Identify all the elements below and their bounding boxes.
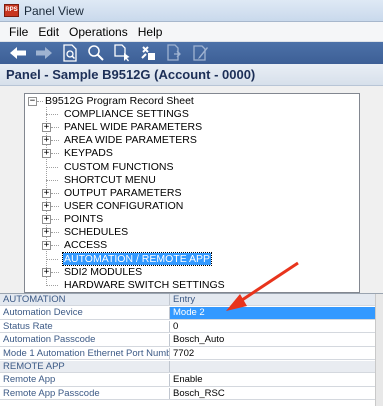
expand-icon[interactable]: + — [42, 202, 51, 211]
grid-scrollbar[interactable] — [375, 294, 383, 406]
property-name: Mode 1 Automation Ethernet Port Number — [0, 347, 170, 359]
expand-icon[interactable]: + — [42, 189, 51, 198]
property-name: Remote App Passcode — [0, 387, 170, 400]
expand-icon[interactable]: + — [42, 215, 51, 224]
tree-item-hardware-switch-settings[interactable]: HARDWARE SWITCH SETTINGS — [63, 279, 226, 291]
tree-item-keypads[interactable]: KEYPADS — [63, 147, 114, 159]
document-edit-icon[interactable] — [187, 43, 213, 63]
menu-file[interactable]: File — [4, 25, 33, 39]
table-row[interactable]: Automation Passcode Bosch_Auto — [0, 334, 375, 347]
table-row[interactable]: Mode 1 Automation Ethernet Port Number 7… — [0, 347, 375, 360]
status-rate-value[interactable]: 0 — [170, 321, 375, 332]
tree-item-panel-wide-parameters[interactable]: PANEL WIDE PARAMETERS — [63, 121, 203, 133]
property-grid: AUTOMATION Entry Automation Device Mode … — [0, 293, 383, 406]
remote-app-value[interactable]: Enable — [170, 374, 375, 385]
tree-item-area-wide-parameters[interactable]: AREA WIDE PARAMETERS — [63, 134, 198, 146]
property-name: Automation Device — [0, 307, 170, 319]
expand-icon[interactable]: + — [42, 228, 51, 237]
automation-passcode-value[interactable]: Bosch_Auto — [170, 334, 375, 345]
expand-icon[interactable]: + — [42, 241, 51, 250]
table-row[interactable]: Remote App Enable — [0, 374, 375, 387]
table-row[interactable]: Status Rate 0 — [0, 320, 375, 334]
grid-section-remote-app: REMOTE APP — [0, 361, 170, 373]
panel-header: Panel - Sample B9512G (Account - 0000) — [0, 64, 383, 86]
tree-item-custom-functions[interactable]: CUSTOM FUNCTIONS — [63, 161, 174, 173]
document-arrow-icon[interactable] — [161, 43, 187, 63]
ethernet-port-value[interactable]: 7702 — [170, 348, 375, 359]
back-arrow-icon[interactable] — [5, 43, 31, 63]
tree-item-compliance-settings[interactable]: COMPLIANCE SETTINGS — [63, 108, 190, 120]
expand-icon[interactable]: + — [42, 149, 51, 158]
menu-help[interactable]: Help — [133, 25, 168, 39]
toolbar — [0, 42, 383, 64]
property-name: Status Rate — [0, 320, 170, 333]
grid-entry-header: Entry — [170, 294, 375, 306]
expand-icon[interactable]: + — [42, 123, 51, 132]
tree-item-schedules[interactable]: SCHEDULES — [63, 226, 129, 238]
property-name: Remote App — [0, 374, 170, 386]
magnifier-icon[interactable] — [83, 43, 109, 63]
forward-arrow-icon[interactable] — [31, 43, 57, 63]
document-cursor-icon[interactable] — [109, 43, 135, 63]
expand-icon[interactable]: + — [42, 136, 51, 145]
title-bar: RPS Panel View — [0, 0, 383, 22]
tree-root[interactable]: B9512G Program Record Sheet — [44, 95, 195, 107]
window-title: Panel View — [24, 3, 84, 18]
collapse-icon[interactable]: − — [28, 97, 37, 106]
grid-section-row: REMOTE APP — [0, 361, 375, 374]
tree-item-output-parameters[interactable]: OUTPUT PARAMETERS — [63, 187, 182, 199]
record-sheet-tree[interactable]: − B9512G Program Record Sheet COMPLIANCE… — [24, 93, 360, 293]
property-name: Automation Passcode — [0, 334, 170, 346]
menu-bar: File Edit Operations Help — [0, 22, 383, 42]
automation-device-value[interactable]: Mode 2 — [170, 307, 375, 319]
grid-section-value — [170, 361, 375, 373]
tree-item-points[interactable]: POINTS — [63, 213, 104, 225]
tree-item-access[interactable]: ACCESS — [63, 239, 108, 251]
tree-pane: − B9512G Program Record Sheet COMPLIANCE… — [0, 86, 383, 293]
menu-operations[interactable]: Operations — [64, 25, 133, 39]
remote-app-passcode-value[interactable]: Bosch_RSC — [170, 388, 375, 399]
tree-item-sdi2-modules[interactable]: SDI2 MODULES — [63, 266, 143, 278]
menu-edit[interactable]: Edit — [33, 25, 64, 39]
table-row[interactable]: Automation Device Mode 2 — [0, 307, 375, 320]
expand-icon[interactable]: + — [42, 268, 51, 277]
app-logo-icon: RPS — [4, 4, 19, 17]
table-row[interactable]: Remote App Passcode Bosch_RSC — [0, 387, 375, 401]
tree-item-automation-remote-app[interactable]: AUTOMATION / REMOTE APP — [61, 252, 213, 266]
grid-section-automation: AUTOMATION — [0, 294, 170, 306]
document-search-icon[interactable] — [57, 43, 83, 63]
tree-item-user-configuration[interactable]: USER CONFIGURATION — [63, 200, 184, 212]
puzzle-tools-icon[interactable] — [135, 43, 161, 63]
tree-item-shortcut-menu[interactable]: SHORTCUT MENU — [63, 174, 157, 186]
grid-header-row: AUTOMATION Entry — [0, 294, 375, 307]
